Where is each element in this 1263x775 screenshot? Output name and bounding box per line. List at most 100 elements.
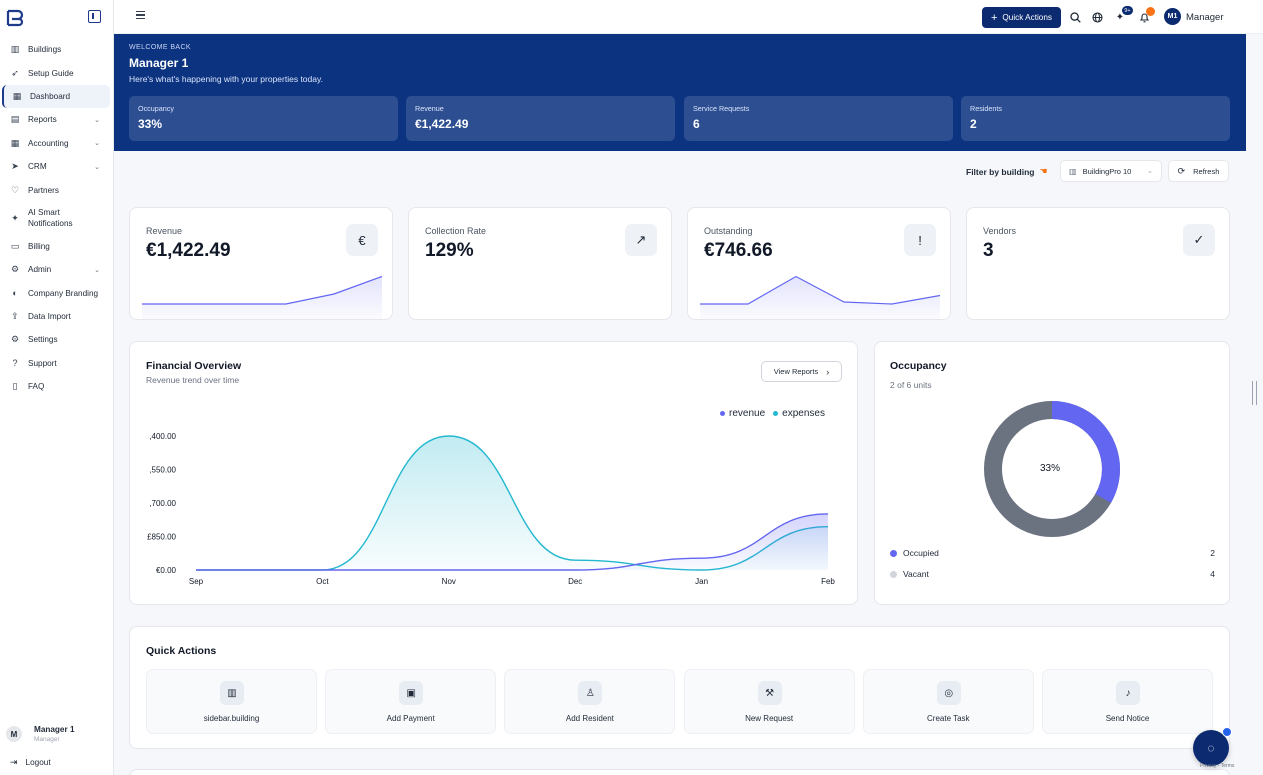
building-icon: ▥ [10,44,20,55]
x-tick-label: Sep [189,577,204,586]
quick-action-label: Send Notice [1105,714,1150,723]
sidebar-item-partners[interactable]: ♡ Partners [2,178,110,201]
sidebar-item-label: Reports [28,115,57,125]
quick-action-sidebar-building[interactable]: ▥ sidebar.building [146,669,317,734]
welcome-subtitle: Here's what's happening with your proper… [129,74,323,84]
resize-handle[interactable] [1252,381,1257,405]
occupancy-donut-chart [984,401,1120,537]
kpi-card-vendors: Vendors 3 ✓ [966,207,1230,320]
occupancy-card: Occupancy 2 of 6 units 33% Occupied 2 Vaca… [874,341,1230,605]
sidebar-item-ai-smart-notifications[interactable]: ✦ AI Smart Notifications [2,202,110,235]
hero-stat-occupancy: Occupancy 33% [129,96,398,141]
sidebar-item-label-line: Notifications [28,219,73,229]
stat-value: 33% [138,117,163,131]
kpi-value: €746.66 [704,240,773,261]
quick-action-create-task[interactable]: ◎ Create Task [862,669,1034,734]
chevron-down-icon: ⌄ [94,116,100,124]
chevron-down-icon: ⌄ [94,163,100,171]
alert-circle-icon: ! [904,224,936,256]
sidebar-item-admin[interactable]: ⚙ Admin ⌄ [2,258,110,281]
kpi-sparkline [700,275,941,319]
document-icon: ▤ [10,114,20,125]
user-name: Manager 1 [34,725,75,734]
logout-icon: ⇥ [10,757,18,767]
sidebar-item-label: Dashboard [30,91,71,101]
sidebar-item-company-branding[interactable]: ◐ Company Branding [2,282,110,305]
kpi-sparkline [142,275,383,319]
sidebar-item-data-import[interactable]: ⇪ Data Import [2,305,110,328]
refresh-label: Refresh [1193,166,1220,176]
sidebar-item-reports[interactable]: ▤ Reports ⌄ [2,108,110,131]
sidebar-item-label: Accounting [28,138,69,148]
sidebar-item-accounting[interactable]: ▦ Accounting ⌄ [2,132,110,155]
occupancy-percent: 33% [1040,463,1061,474]
logout-button[interactable]: ⇥ Logout [10,757,51,768]
legend-count: 4 [1210,569,1215,579]
building-select[interactable]: ▥ BuildingPro 10 ⌄ [1060,160,1162,182]
send-icon: ➤ [11,161,19,172]
sparkle-icon: ✦ [11,212,19,223]
x-tick-label: Jan [695,577,708,586]
bell-icon: ♪ [1116,681,1140,705]
app-logo[interactable] [6,9,24,27]
menu-icon[interactable] [136,11,145,19]
series-area-expenses [196,436,828,570]
quick-action-new-request[interactable]: ⚒ New Request [683,669,855,734]
quick-action-send-notice[interactable]: ♪ Send Notice [1042,669,1213,734]
hero-stat-revenue: Revenue €1,422.49 [406,96,675,141]
search-icon[interactable] [1069,11,1081,23]
calculator-icon: ▦ [10,137,20,148]
welcome-eyebrow: WELCOME BACK [129,44,191,51]
palette-icon: ◐ [12,288,18,299]
help-icon: ? [12,358,18,369]
globe-icon[interactable] [1091,11,1103,23]
kpi-label: Outstanding [704,226,753,236]
quick-action-label: sidebar.building [203,714,260,723]
building-icon: ▥ [1069,166,1077,176]
x-tick-label: Nov [442,577,456,586]
user-menu[interactable]: Manager [1186,12,1224,23]
sidebar-item-label: Partners [28,185,59,195]
rocket-icon: ➶ [11,67,19,78]
stat-label: Residents [970,104,1002,113]
quick-action-add-payment[interactable]: ▣ Add Payment [325,669,497,734]
notification-count-badge: 9+ [1122,6,1133,15]
y-tick-label: £850.00 [147,533,176,542]
x-tick-label: Oct [316,577,329,586]
sidebar-item-dashboard[interactable]: ▦ Dashboard [2,84,110,109]
recaptcha-links[interactable]: Privacy - Terms [1200,763,1234,769]
avatar[interactable]: M1 [1164,8,1181,25]
user-check-icon: ✓ [1183,224,1215,256]
financial-chart: ,400.00 ,550.00 ,700.00 £850.00 €0.00 Sep Oct N… [147,432,835,586]
y-tick-label: ,700.00 [149,499,176,508]
next-section-card [129,769,1230,775]
sidebar-item-setup-guide[interactable]: ➶ Setup Guide [2,61,110,84]
quick-action-label: Add Payment [386,714,435,723]
sidebar-item-label: Settings [28,335,58,345]
sidebar-collapse-icon[interactable] [88,10,101,23]
sidebar-item-settings[interactable]: ⚙ Settings [2,328,110,351]
stat-label: Revenue [415,104,444,113]
sidebar-item-billing[interactable]: ▭ Billing [2,235,110,258]
y-tick-label: ,400.00 [149,432,176,441]
sidebar-item-label: AI Smart Notifications [28,207,73,229]
refresh-button[interactable]: ⟳ Refresh [1168,160,1229,182]
sidebar-item-buildings[interactable]: ▥ Buildings [2,38,110,61]
kpi-value: 129% [425,240,474,261]
kpi-label: Collection Rate [425,226,487,236]
welcome-banner: WELCOME BACK Manager 1 Here's what's hap… [114,34,1246,151]
euro-icon: € [346,224,378,256]
kpi-value: 3 [983,240,994,261]
logout-label: Logout [25,758,51,767]
quick-action-label: Create Task [927,714,970,723]
sidebar-item-support[interactable]: ? Support [2,352,110,375]
y-tick-label: ,550.00 [149,466,176,475]
avatar: M [6,726,22,742]
sidebar-item-crm[interactable]: ➤ CRM ⌄ [2,155,110,178]
sidebar-item-faq[interactable]: ▯ FAQ [2,375,110,398]
quick-action-label: Add Resident [565,714,614,723]
sidebar-user[interactable]: M Manager 1 Manager [6,725,75,743]
quick-action-add-resident[interactable]: ♙ Add Resident [504,669,676,734]
x-tick-label: Feb [821,577,835,586]
quick-actions-button[interactable]: + Quick Actions [982,7,1061,28]
